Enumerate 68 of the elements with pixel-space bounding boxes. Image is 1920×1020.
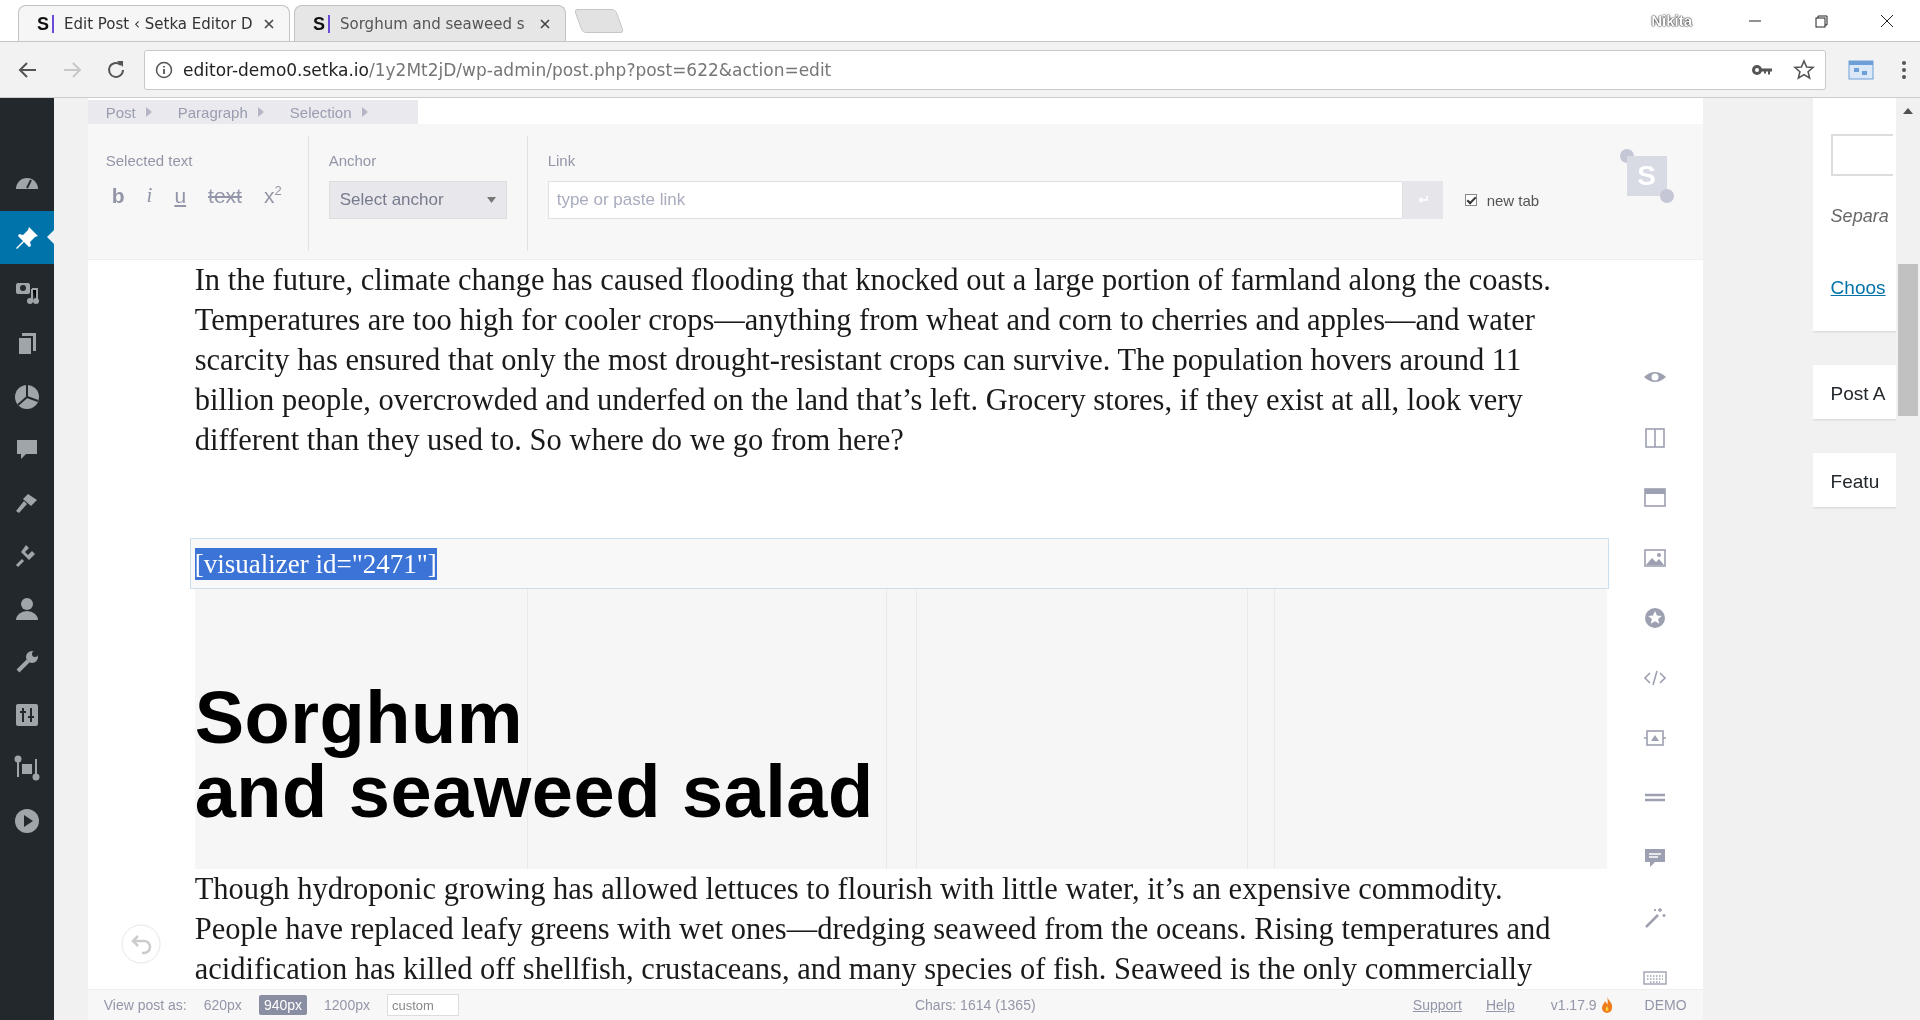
pie-chart-icon (13, 383, 40, 410)
logo-dot-icon (1658, 188, 1675, 204)
menu-item[interactable] (0, 211, 54, 264)
format-button[interactable]: i (140, 181, 159, 210)
browser-tab[interactable]: S Sorghum and seaweed s (294, 5, 566, 41)
image-icon[interactable] (1642, 546, 1667, 570)
star-icon[interactable] (1793, 58, 1815, 81)
anchor-select[interactable]: Select anchor (328, 181, 507, 219)
view-label: View post as: (103, 997, 187, 1013)
user-icon (13, 595, 40, 622)
play-icon (13, 807, 40, 834)
link-field[interactable]: type or paste link (547, 181, 1403, 219)
sidebar-panel[interactable]: Featu (1812, 453, 1897, 507)
breadcrumb-item[interactable]: Post (105, 103, 136, 121)
profile-name[interactable]: Nikita (1651, 12, 1692, 29)
paragraph: Though hydroponic growing has allowed lettuces to flourish with little water, it’s an expensive commodity. People have replaced leafy greens with wet ones—dredging seaweed from the oceans. Rising temperatures and acidification has killed off shellfish, crustaceans, and many species of fish. Seaweed is the only commercially (194, 869, 1607, 989)
paragraph: In the future, climate change has caused flooding that knocked out a large portion of farmland along the coasts. Temperatures are too high for cooler crops—anything from wheat and corn to cherries and apples—and water scarcity has ensured that only the most drought-resistant crops can survive. The population hovers around 11 billion people, overcrowded and underfed on the land that’s left. Grocery stores, if they exist at all, look very different than they used to. So where do we go from here? (194, 260, 1607, 538)
checkbox[interactable] (1464, 194, 1477, 206)
star-badge-icon[interactable] (1642, 606, 1667, 630)
heading: Sorghum and seaweed salad (194, 681, 875, 829)
help-link[interactable]: Help (1485, 997, 1515, 1013)
choose-link[interactable]: Choos (1830, 277, 1897, 299)
tab-title: Edit Post ‹ Setka Editor D (64, 14, 253, 33)
size-option[interactable]: 940px (258, 995, 308, 1015)
group-label: Link (547, 152, 577, 169)
sliders-icon (13, 701, 40, 728)
scrollbar-thumb[interactable] (1898, 264, 1919, 416)
support-link[interactable]: Support (1412, 997, 1462, 1013)
close-icon[interactable] (263, 17, 275, 30)
hint-text: Separa (1830, 206, 1890, 227)
size-option[interactable]: 1200px (319, 995, 375, 1015)
breadcrumb-item[interactable]: Paragraph (177, 103, 248, 121)
key-icon[interactable] (1751, 62, 1773, 77)
demo-label: DEMO (1644, 997, 1687, 1013)
breadcrumb-item[interactable]: Selection (289, 103, 352, 121)
caret-icon (145, 107, 152, 117)
flame-icon (1600, 997, 1613, 1013)
comment-icon[interactable] (1642, 846, 1667, 870)
tag-field[interactable] (1830, 134, 1893, 176)
format-button[interactable]: text (202, 181, 248, 210)
url-text: editor-demo0.setka.io/1y2Mt2jD/wp-admin/post.php?post=622&action=edit (183, 59, 832, 80)
version-label: v1.17.9 (1550, 997, 1597, 1013)
custom-size-field[interactable]: custom (386, 994, 459, 1016)
enter-icon (1417, 196, 1428, 204)
caret-icon (361, 107, 368, 117)
format-button[interactable]: b (105, 181, 131, 210)
panel-title: Featu (1830, 471, 1881, 493)
browser-tab[interactable]: S Edit Post ‹ Setka Editor D (18, 5, 290, 41)
setka-logo-icon (13, 754, 40, 781)
info-icon[interactable] (155, 60, 173, 79)
tab-title: Sorghum and seaweed s (340, 14, 526, 33)
group-label: Anchor (328, 152, 378, 169)
address-bar[interactable]: editor-demo0.setka.io/1y2Mt2jD/wp-admin/post.php?post=622&action=edit (144, 49, 1826, 90)
dropdown-caret-icon (486, 197, 496, 203)
format-button[interactable]: u (168, 181, 193, 210)
character-count: Chars: 1614 (1365) (914, 997, 1036, 1013)
format-button[interactable]: x$^{2}$ (257, 181, 288, 210)
size-option[interactable]: 620px (198, 995, 247, 1015)
box-icon[interactable] (1642, 486, 1667, 510)
close-icon[interactable] (539, 17, 551, 30)
caret-icon (257, 107, 264, 117)
checkbox-label: new tab (1486, 191, 1540, 209)
scroll-up-icon[interactable] (1903, 108, 1914, 114)
group-label: Selected text (105, 152, 194, 169)
sidebar-panel[interactable]: Post A (1812, 365, 1897, 419)
panel-title: Post A (1830, 383, 1887, 405)
shortcode-text: [visualizer id="2471"] (194, 547, 437, 580)
shortcode-block[interactable]: [visualizer id="2471"] (189, 538, 1609, 589)
